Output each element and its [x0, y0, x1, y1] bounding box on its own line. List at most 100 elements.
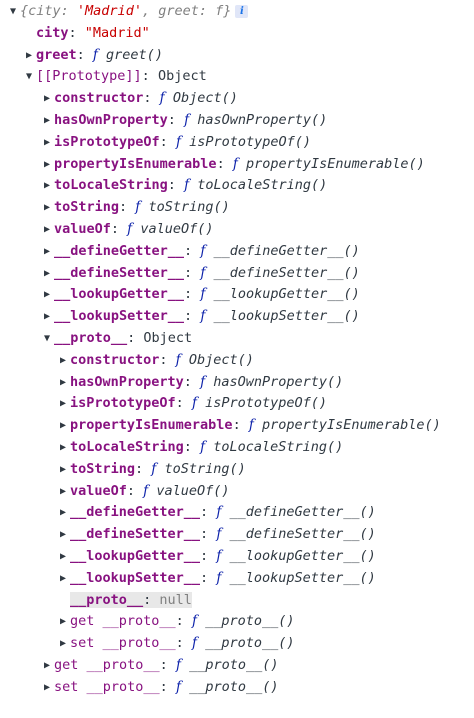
property-key: __lookupGetter__: [54, 286, 185, 303]
property-row[interactable]: ▶ __lookupGetter__: f __lookupGetter__(): [0, 284, 474, 306]
triangle-right-icon[interactable]: ▶: [40, 219, 54, 241]
triangle-right-icon[interactable]: ▶: [56, 633, 70, 655]
triangle-right-icon[interactable]: ▶: [56, 350, 70, 372]
function-symbol: f: [151, 460, 157, 477]
triangle-right-icon[interactable]: ▶: [40, 154, 54, 176]
triangle-down-icon[interactable]: ▼: [6, 1, 20, 23]
triangle-right-icon[interactable]: ▶: [40, 197, 54, 219]
function-symbol: f: [175, 678, 181, 695]
property-key: __proto__: [86, 656, 160, 673]
property-row[interactable]: ▶ toLocaleString: f toLocaleString(): [0, 437, 474, 459]
property-value: __proto__(): [205, 613, 295, 630]
triangle-right-icon[interactable]: ▶: [40, 284, 54, 306]
triangle-right-icon[interactable]: ▶: [22, 45, 36, 67]
function-symbol: f: [232, 155, 238, 172]
triangle-right-icon[interactable]: ▶: [56, 437, 70, 459]
triangle-right-icon[interactable]: ▶: [56, 415, 70, 437]
triangle-right-icon[interactable]: ▶: [40, 677, 54, 699]
property-key: constructor: [54, 90, 144, 107]
property-row[interactable]: ▶ __lookupGetter__: f __lookupGetter__(): [0, 546, 474, 568]
property-value: __defineGetter__(): [213, 242, 360, 259]
property-row[interactable]: ▶ propertyIsEnumerable: f propertyIsEnume…: [0, 154, 474, 176]
function-symbol: f: [200, 286, 206, 303]
getter-row-proto[interactable]: ▶ get __proto__: f __proto__(): [0, 611, 474, 633]
triangle-right-icon[interactable]: ▶: [56, 393, 70, 415]
triangle-right-icon[interactable]: ▶: [40, 306, 54, 328]
property-row[interactable]: ▶ __defineGetter__: f __defineGetter__(): [0, 241, 474, 263]
property-row[interactable]: ▶ valueOf: f valueOf(): [0, 481, 474, 503]
triangle-right-icon[interactable]: ▶: [56, 459, 70, 481]
property-row[interactable]: ▶ __defineSetter__: f __defineSetter__(): [0, 263, 474, 285]
function-symbol: f: [127, 220, 133, 237]
property-value: toString(): [148, 199, 230, 216]
property-row[interactable]: ▶ __lookupSetter__: f __lookupSetter__(): [0, 306, 474, 328]
property-key: hasOwnProperty: [70, 373, 184, 390]
property-key: propertyIsEnumerable: [54, 155, 217, 172]
function-symbol: f: [248, 417, 254, 434]
property-row[interactable]: ▶ toLocaleString: f toLocaleString(): [0, 175, 474, 197]
setter-row-proto[interactable]: ▶ set __proto__: f __proto__(): [0, 633, 474, 655]
property-value: Object(): [188, 351, 254, 368]
triangle-right-icon[interactable]: ▶: [56, 611, 70, 633]
property-row[interactable]: ▶ constructor: f Object(): [0, 350, 474, 372]
property-key: isPrototypeOf: [70, 395, 176, 412]
property-row[interactable]: ▶ toString: f toString(): [0, 197, 474, 219]
property-row[interactable]: ▶ isPrototypeOf: f isPrototypeOf(): [0, 393, 474, 415]
function-symbol: f: [159, 90, 165, 107]
triangle-right-icon[interactable]: ▶: [56, 524, 70, 546]
proto-row[interactable]: ▼ __proto__: Object: [0, 328, 474, 350]
triangle-right-icon[interactable]: ▶: [40, 263, 54, 285]
triangle-right-icon[interactable]: ▶: [56, 372, 70, 394]
function-symbol: f: [200, 264, 206, 281]
property-row[interactable]: ▶ toString: f toString(): [0, 459, 474, 481]
property-row[interactable]: ▶ __defineSetter__: f __defineSetter__(): [0, 524, 474, 546]
property-value: "Madrid": [84, 24, 150, 41]
property-row[interactable]: ▶ hasOwnProperty: f hasOwnProperty(): [0, 110, 474, 132]
triangle-right-icon[interactable]: ▶: [40, 132, 54, 154]
prototype-row[interactable]: ▼ [[Prototype]]: Object: [0, 66, 474, 88]
triangle-right-icon[interactable]: ▶: [56, 502, 70, 524]
setter-row-proto[interactable]: ▶ set __proto__: f __proto__(): [0, 677, 474, 699]
property-key: toString: [54, 199, 120, 216]
property-key: valueOf: [54, 220, 111, 237]
triangle-right-icon[interactable]: ▶: [56, 546, 70, 568]
root-summary-row[interactable]: ▼ {city: 'Madrid', greet: f} i: [0, 1, 474, 23]
property-value: __defineGetter__(): [229, 504, 376, 521]
property-key: isPrototypeOf: [54, 133, 160, 150]
property-key: propertyIsEnumerable: [70, 417, 233, 434]
triangle-right-icon[interactable]: ▶: [40, 88, 54, 110]
property-row[interactable]: ▶ valueOf: f valueOf(): [0, 219, 474, 241]
property-key: toLocaleString: [70, 438, 184, 455]
triangle-right-icon[interactable]: ▶: [40, 241, 54, 263]
property-key: __lookupSetter__: [54, 308, 185, 325]
triangle-down-icon[interactable]: ▼: [40, 328, 54, 350]
function-symbol: f: [216, 569, 222, 586]
function-symbol: f: [92, 46, 98, 63]
property-row[interactable]: ▶ __defineGetter__: f __defineGetter__(): [0, 502, 474, 524]
getter-row-proto[interactable]: ▶ get __proto__: f __proto__(): [0, 655, 474, 677]
property-row[interactable]: ▶ isPrototypeOf: f isPrototypeOf(): [0, 132, 474, 154]
property-row-city[interactable]: ▶city: "Madrid": [0, 23, 474, 45]
info-icon[interactable]: i: [235, 4, 249, 18]
triangle-right-icon[interactable]: ▶: [56, 481, 70, 503]
property-row[interactable]: ▶ constructor: f Object(): [0, 88, 474, 110]
triangle-right-icon[interactable]: ▶: [40, 655, 54, 677]
triangle-right-icon[interactable]: ▶: [40, 110, 54, 132]
property-row-greet[interactable]: ▶ greet: f greet(): [0, 45, 474, 67]
property-row[interactable]: ▶ propertyIsEnumerable: f propertyIsEnume…: [0, 415, 474, 437]
property-value: __defineSetter__(): [213, 264, 360, 281]
triangle-right-icon[interactable]: ▶: [40, 175, 54, 197]
triangle-down-icon[interactable]: ▼: [22, 66, 36, 88]
property-value: isPrototypeOf(): [189, 133, 311, 150]
property-row[interactable]: ▶ __lookupSetter__: f __lookupSetter__(): [0, 568, 474, 590]
function-symbol: f: [191, 613, 197, 630]
function-symbol: f: [143, 482, 149, 499]
triangle-right-icon[interactable]: ▶: [56, 568, 70, 590]
property-value: isPrototypeOf(): [205, 395, 327, 412]
proto-null-row[interactable]: ▶__proto__: null: [0, 590, 474, 612]
property-value: __lookupGetter__(): [229, 547, 376, 564]
property-key: [[Prototype]]: [36, 68, 142, 85]
property-row[interactable]: ▶ hasOwnProperty: f hasOwnProperty(): [0, 372, 474, 394]
property-key: __lookupGetter__: [70, 547, 201, 564]
property-value: greet(): [106, 46, 163, 63]
